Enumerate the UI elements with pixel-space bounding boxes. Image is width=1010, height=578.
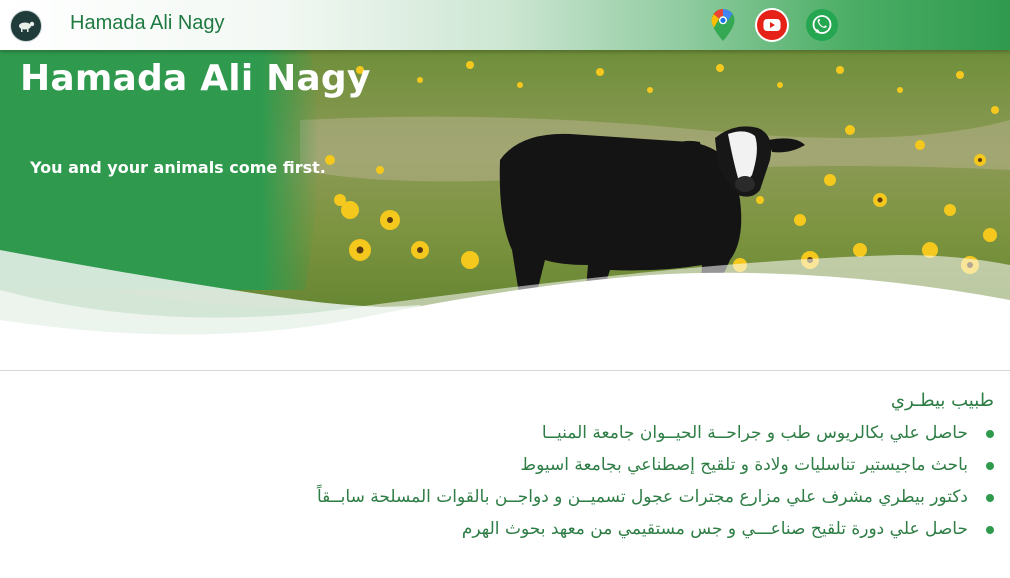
section-divider [0, 370, 1010, 371]
whatsapp-icon[interactable] [805, 8, 839, 42]
brand-name[interactable]: Hamada Ali Nagy [70, 12, 225, 35]
list-item: حاصل علي بكالريوس طب و جراحــة الحيــوان… [194, 417, 994, 449]
hero-title: Hamada Ali Nagy [20, 58, 371, 99]
qualifications-list: حاصل علي بكالريوس طب و جراحــة الحيــوان… [194, 417, 994, 545]
about-heading: طبيب بيطـري [890, 390, 994, 411]
list-item: حاصل علي دورة تلقيح صناعـــي و جس مستقيم… [194, 513, 994, 545]
list-item: دكتور بيطري مشرف علي مزارع مجترات عجول ت… [194, 481, 994, 513]
about-section: طبيب بيطـري حاصل علي بكالريوس طب و جراحـ… [194, 390, 994, 545]
youtube-icon[interactable] [755, 8, 789, 42]
list-item: باحث ماجيستير تناسليات ولادة و تلقيح إصط… [194, 449, 994, 481]
top-navbar: Hamada Ali Nagy [0, 0, 1010, 50]
hero-subtitle: You and your animals come first. [30, 158, 326, 177]
hero-banner: Hamada Ali Nagy You and your animals com… [0, 50, 1010, 350]
cow-logo-icon[interactable] [10, 10, 42, 42]
google-maps-icon[interactable] [706, 8, 740, 42]
